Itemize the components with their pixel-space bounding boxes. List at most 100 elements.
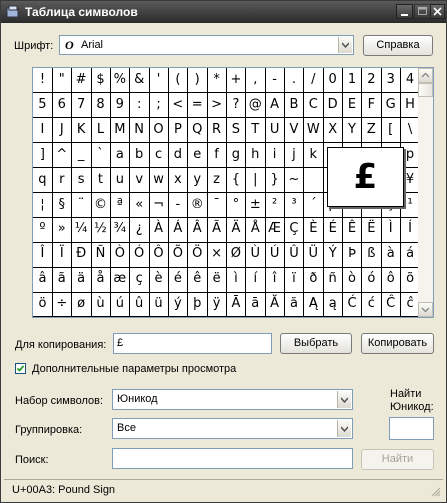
char-cell[interactable]: ¯ [207,192,227,218]
char-cell[interactable]: ª [110,192,131,218]
char-cell[interactable]: 6 [52,92,73,119]
char-cell[interactable]: ½ [91,217,111,243]
char-cell[interactable]: 0 [323,68,344,94]
char-cell[interactable]: Ø [226,242,247,268]
char-cell[interactable]: ` [91,142,111,169]
char-cell[interactable]: R [207,117,227,144]
char-cell[interactable]: Ô [149,242,169,268]
char-cell[interactable]: Ā [226,292,247,318]
char-cell[interactable]: 1 [342,68,363,94]
char-cell[interactable]: ³ [284,192,305,218]
char-cell[interactable]: - [265,68,286,94]
char-cell[interactable]: } [265,167,286,193]
char-cell[interactable]: Ð [71,242,92,268]
char-cell[interactable]: v [129,167,150,193]
char-cell[interactable]: ´ [303,192,324,218]
scroll-thumb[interactable] [418,83,433,97]
char-cell[interactable]: Á [168,217,189,243]
char-cell[interactable]: h [245,142,266,169]
char-cell[interactable]: a [110,142,131,169]
char-cell[interactable]: ° [226,192,247,218]
advanced-view-checkbox[interactable] [15,363,26,374]
char-cell[interactable]: G [381,92,402,119]
char-cell[interactable]: ¬ [149,192,169,218]
grouping-dropdown-button[interactable] [337,420,351,437]
char-cell[interactable]: Ö [187,242,208,268]
char-cell[interactable]: ô [381,267,402,293]
char-cell[interactable]: ç [129,267,150,293]
char-cell[interactable]: Æ [265,217,286,243]
char-cell[interactable]: ¼ [71,217,92,243]
char-cell[interactable]: & [129,68,150,94]
char-cell[interactable]: þ [187,292,208,318]
char-cell[interactable]: z [207,167,227,193]
char-cell[interactable]: Ê [342,217,363,243]
char-cell[interactable]: î [265,267,286,293]
char-cell[interactable]: å [91,267,111,293]
char-cell[interactable]: ö [33,292,53,318]
char-cell[interactable]: Ó [129,242,150,268]
char-cell[interactable]: r [52,167,73,193]
char-cell[interactable]: ÷ [52,292,73,318]
char-cell[interactable]: Q [187,117,208,144]
char-cell[interactable]: $ [91,68,111,94]
char-cell[interactable]: x [168,167,189,193]
char-cell[interactable]: { [226,167,247,193]
title-bar[interactable]: Таблица символов [1,1,446,23]
minimize-button[interactable] [396,4,413,19]
char-cell[interactable]: Ĉ [381,292,402,318]
search-input[interactable] [112,448,353,469]
char-cell[interactable]: c [149,142,169,169]
char-cell[interactable]: Z [361,117,382,144]
char-cell[interactable]: ® [187,192,208,218]
char-cell[interactable]: ¿ [129,217,150,243]
char-cell[interactable]: s [71,167,92,193]
char-cell[interactable]: @ [245,92,266,119]
char-cell[interactable]: ß [361,242,382,268]
char-cell[interactable]: g [226,142,247,169]
char-cell[interactable]: ê [187,267,208,293]
char-cell[interactable]: ó [361,267,382,293]
char-cell[interactable]: ú [110,292,131,318]
char-cell[interactable]: w [149,167,169,193]
char-cell[interactable]: Þ [342,242,363,268]
char-cell[interactable]: i [265,142,286,169]
copy-input[interactable]: £ [113,333,272,354]
char-cell[interactable]: P [168,117,189,144]
char-cell[interactable]: [ [381,117,402,144]
char-cell[interactable]: Ï [52,242,73,268]
char-cell[interactable]: ý [168,292,189,318]
char-cell[interactable]: ¦ [33,192,53,218]
char-cell[interactable]: À [149,217,169,243]
char-cell[interactable]: q [33,167,53,193]
maximize-button[interactable] [414,4,431,19]
char-cell[interactable]: « [129,192,150,218]
char-cell[interactable]: Ć [342,292,363,318]
char-cell[interactable]: ² [265,192,286,218]
char-cell[interactable]: É [323,217,344,243]
char-cell[interactable]: ą [323,292,344,318]
char-cell[interactable]: 3 [381,68,402,94]
char-cell[interactable]: | [245,167,266,193]
char-cell[interactable]: ć [361,292,382,318]
char-cell[interactable]: Õ [168,242,189,268]
char-cell[interactable]: à [381,242,402,268]
char-cell[interactable]: Î [33,242,53,268]
search-button[interactable]: Найти [361,449,434,470]
char-cell[interactable]: ! [33,68,53,94]
char-cell[interactable]: , [245,68,266,94]
char-cell[interactable]: % [110,68,131,94]
char-cell[interactable]: 2 [361,68,382,94]
char-cell[interactable]: S [226,117,247,144]
char-cell[interactable]: Å [245,217,266,243]
char-cell[interactable]: ã [52,267,73,293]
char-cell[interactable]: ì [226,267,247,293]
char-cell[interactable]: ¾ [110,217,131,243]
font-select[interactable]: O Arial [59,35,354,55]
char-cell[interactable]: Ì [381,217,402,243]
char-cell[interactable]: Û [284,242,305,268]
char-cell[interactable]: E [342,92,363,119]
char-cell[interactable]: © [91,192,111,218]
char-cell[interactable]: 7 [71,92,92,119]
char-cell[interactable]: F [361,92,382,119]
